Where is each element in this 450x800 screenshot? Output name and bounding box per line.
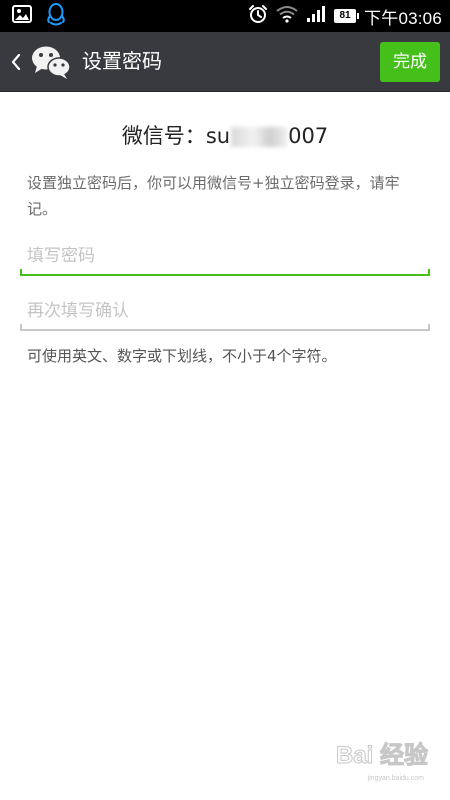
watermark-url: jingyan.baidu.com: [367, 775, 424, 782]
done-button[interactable]: 完成: [380, 42, 440, 82]
baidu-jingyan-watermark: Bai 经验 jingyan.baidu.com: [335, 722, 428, 783]
status-bar-right: 81 下午03:06: [248, 0, 442, 32]
password-input[interactable]: [20, 236, 430, 276]
password-field: [20, 236, 430, 276]
qq-icon: [46, 2, 66, 30]
wechat-id-label: 微信号：: [121, 124, 206, 148]
wechat-logo-icon: [31, 44, 71, 80]
action-bar: 设置密码 完成: [0, 32, 450, 92]
confirm-underline-right: [428, 324, 430, 331]
page-title: 设置密码: [82, 49, 162, 73]
watermark-text: Bai 经验: [335, 742, 428, 770]
wifi-icon: [276, 5, 298, 27]
alarm-icon: [248, 4, 268, 28]
gallery-icon: [12, 5, 32, 27]
confirm-password-input[interactable]: [20, 291, 430, 331]
battery-icon: 81: [334, 9, 360, 23]
password-underline: [20, 274, 430, 276]
confirm-underline-left: [20, 324, 22, 331]
wechat-id: 微信号：su 007: [0, 120, 450, 150]
password-underline-right: [428, 269, 430, 276]
wechat-id-masked: [231, 127, 288, 147]
status-time: 下午03:06: [364, 8, 442, 28]
password-underline-left: [20, 269, 22, 276]
status-bar: 81 下午03:06: [0, 0, 450, 32]
signal-icon: [306, 5, 326, 27]
wechat-id-prefix: su: [205, 124, 231, 148]
confirm-underline: [20, 329, 430, 331]
chevron-left-icon: [11, 54, 21, 70]
confirm-password-field: [20, 291, 430, 331]
back-button[interactable]: [8, 47, 24, 77]
wechat-id-suffix: 007: [288, 124, 329, 148]
password-info-text: 设置独立密码后，你可以用微信号+独立密码登录，请牢记。: [27, 174, 400, 218]
password-rule-text: 可使用英文、数字或下划线，不小于4个字符。: [27, 347, 337, 365]
status-bar-left: [12, 2, 66, 30]
